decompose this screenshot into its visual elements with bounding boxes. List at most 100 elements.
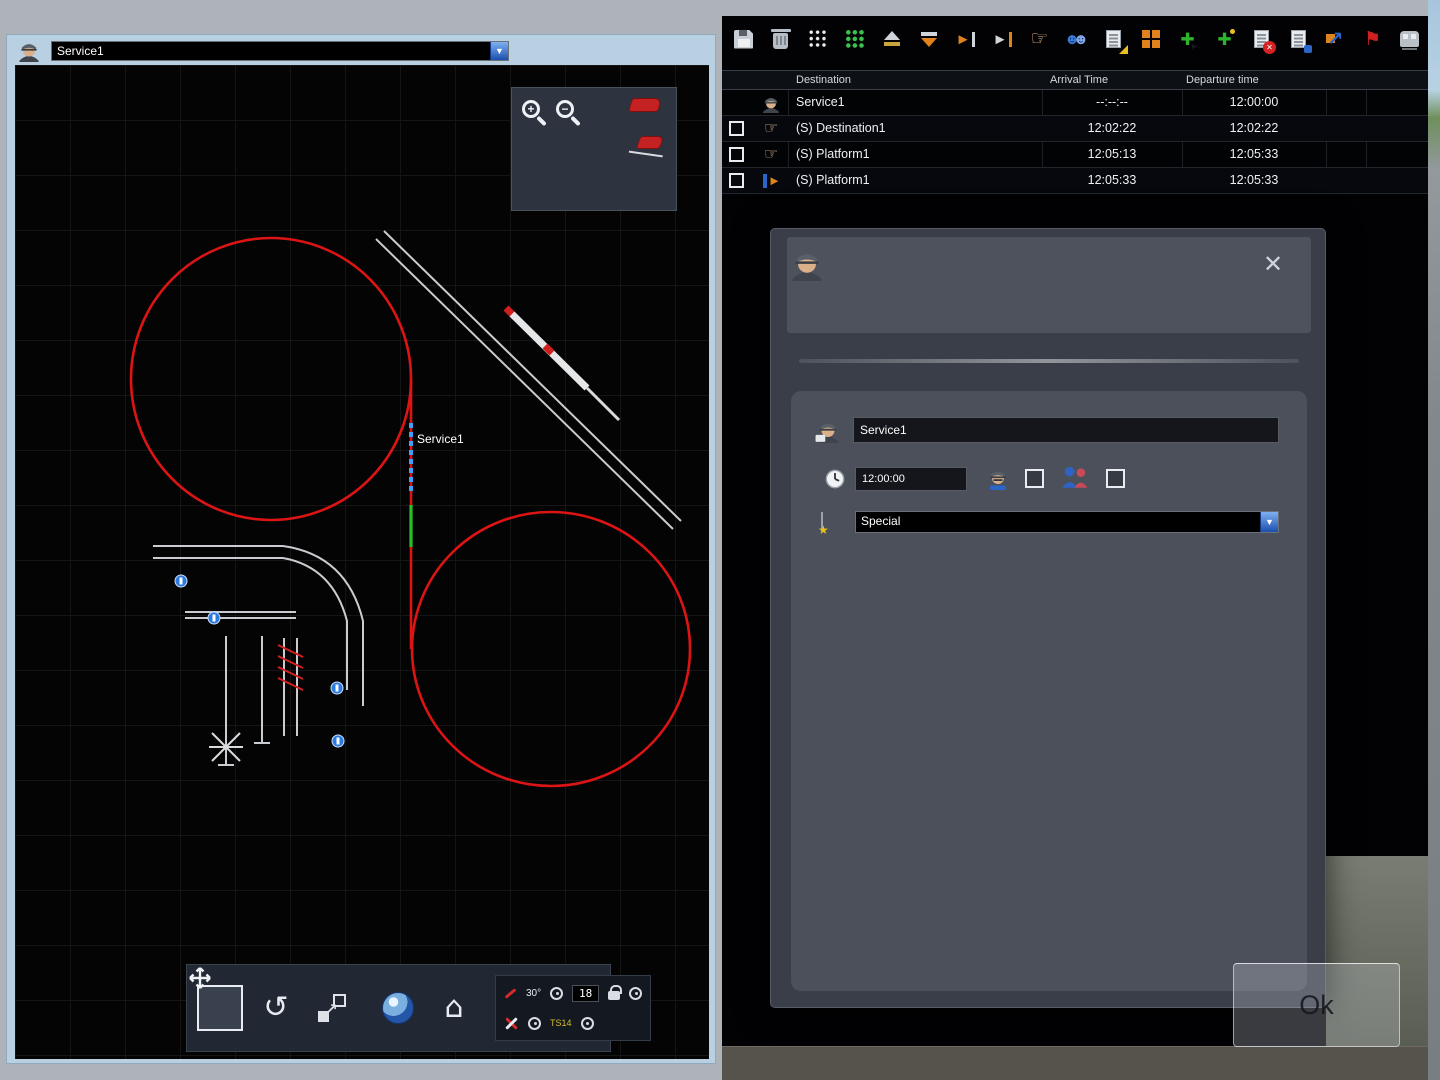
edit-timetable-icon[interactable] xyxy=(1098,24,1129,55)
clock-icon xyxy=(823,467,847,491)
signal-icons[interactable] xyxy=(175,575,344,747)
chevron-down-icon[interactable]: ▼ xyxy=(1260,512,1278,532)
rotation-needle-icon xyxy=(505,988,517,999)
train-consist[interactable] xyxy=(506,308,619,420)
row-checkbox[interactable] xyxy=(729,173,744,188)
service-name-field[interactable]: Service1 xyxy=(853,417,1279,443)
passengers-icon[interactable]: ☻☻ xyxy=(1061,24,1092,55)
col-arrival: Arrival Time xyxy=(1050,74,1108,86)
zoom-in-button[interactable]: + xyxy=(522,100,550,128)
train-icon[interactable] xyxy=(1394,24,1425,55)
service-properties-dialog: ✕ Service1 12:00:00 ★ Special ▼ xyxy=(770,228,1326,1008)
height-radio[interactable] xyxy=(629,987,642,1000)
flag-icon[interactable]: ⚑ xyxy=(1357,24,1388,55)
stop-hand-icon: ☞ xyxy=(760,119,782,139)
driver-icon xyxy=(760,93,782,113)
background-world-edge xyxy=(1428,0,1440,1080)
track-map-canvas[interactable]: Service1 xyxy=(15,65,709,1059)
row-checkbox[interactable] xyxy=(729,147,744,162)
rotate-button[interactable]: ↺ xyxy=(253,985,299,1031)
lock-icon[interactable] xyxy=(608,991,620,1000)
sector-radio[interactable] xyxy=(581,1017,594,1030)
ribbon-tool-icon[interactable] xyxy=(628,98,662,112)
service-dropdown[interactable]: Service1 ▼ xyxy=(51,41,509,61)
service-type-icon: ★ xyxy=(817,509,845,537)
timetable-header: Destination Arrival Time Departure time xyxy=(722,70,1428,90)
compass-radio[interactable] xyxy=(528,1017,541,1030)
grid-large-icon[interactable] xyxy=(839,24,870,55)
home-button[interactable]: ⌂ xyxy=(431,985,477,1031)
ok-button-label: Ok xyxy=(1299,990,1334,1021)
step-to-end-icon[interactable]: ► xyxy=(987,24,1018,55)
detach-icon: ↗ xyxy=(317,993,347,1023)
cell-departure: 12:00:00 xyxy=(1182,95,1326,109)
close-icon: ✕ xyxy=(1263,251,1283,278)
zoom-out-button[interactable]: − xyxy=(556,100,584,128)
compass-icon xyxy=(504,1016,519,1031)
timetable-row[interactable]: ☞ (S) Platform1 12:05:13 12:05:33 xyxy=(722,142,1428,168)
delete-icon[interactable] xyxy=(765,24,796,55)
timetable-row[interactable]: ☞ (S) Destination1 12:02:22 12:02:22 xyxy=(722,116,1428,142)
cell-departure: 12:05:33 xyxy=(1182,173,1326,187)
zoom-out-icon: − xyxy=(556,100,574,118)
cell-destination: (S) Platform1 xyxy=(796,147,870,161)
ok-button[interactable]: Ok xyxy=(1233,963,1400,1047)
add-waypoint-icon[interactable]: ✚► xyxy=(1172,24,1203,55)
detach-view-button[interactable]: ↗ xyxy=(309,985,355,1031)
add-service-icon[interactable]: ✚ xyxy=(1209,24,1240,55)
timetable-row[interactable]: ► (S) Platform1 12:05:33 12:05:33 xyxy=(722,168,1428,194)
stop-hand-icon: ☞ xyxy=(760,145,782,165)
home-icon: ⌂ xyxy=(444,993,463,1023)
driver-icon xyxy=(17,38,41,67)
ribbon-draw-tool-icon[interactable] xyxy=(636,136,665,149)
rotate-icon: ↺ xyxy=(263,993,288,1023)
chevron-down-icon[interactable]: ▼ xyxy=(490,42,508,60)
map-tools-panel: + − xyxy=(511,87,677,211)
service-name-value: Service1 xyxy=(860,423,907,437)
service-settings-icon[interactable] xyxy=(1283,24,1314,55)
service-dropdown-value: Service1 xyxy=(52,42,490,60)
rotation-radio[interactable] xyxy=(550,987,563,1000)
track-map[interactable]: Service1 + − xyxy=(15,65,709,1059)
screen: Service1 ▼ xyxy=(0,0,1440,1080)
route-map-window: Service1 ▼ xyxy=(6,34,716,1064)
timetable-row[interactable]: Service1 --:--:-- 12:00:00 xyxy=(722,90,1428,116)
passengers-icon xyxy=(1059,463,1091,491)
map-hud: 30° 18 TS14 xyxy=(495,975,651,1041)
cell-destination: Service1 xyxy=(796,95,845,109)
eject-icon[interactable] xyxy=(876,24,907,55)
go-via-icon: ► xyxy=(760,171,782,191)
driver-only-checkbox[interactable] xyxy=(1025,469,1044,488)
height-value: 18 xyxy=(572,985,599,1002)
grid-small-icon[interactable] xyxy=(802,24,833,55)
remove-service-icon[interactable]: ✕ xyxy=(1246,24,1277,55)
driver-head-icon xyxy=(985,465,1011,491)
service-selector-row: Service1 ▼ xyxy=(7,35,715,64)
waypoint-grid-icon[interactable] xyxy=(1135,24,1166,55)
insert-below-icon[interactable] xyxy=(913,24,944,55)
service-type-dropdown[interactable]: Special ▼ xyxy=(855,511,1279,533)
save-icon[interactable] xyxy=(728,24,759,55)
row-checkbox[interactable] xyxy=(729,121,744,136)
departure-time-value: 12:00:00 xyxy=(862,473,905,485)
map-bottom-toolbar: ↺ ↗ ⌂ 30° xyxy=(186,964,611,1052)
close-button[interactable]: ✕ xyxy=(1259,251,1287,279)
cell-destination: (S) Platform1 xyxy=(796,173,870,187)
cell-destination: (S) Destination1 xyxy=(796,121,886,135)
col-departure: Departure time xyxy=(1186,74,1259,86)
stop-hand-icon[interactable]: ☞ xyxy=(1024,24,1055,55)
departure-time-field[interactable]: 12:00:00 xyxy=(855,467,967,491)
cell-arrival: 12:05:13 xyxy=(1042,147,1182,161)
globe-icon xyxy=(382,992,414,1024)
world-view-button[interactable] xyxy=(375,985,421,1031)
pan-arrows-icon xyxy=(187,965,213,991)
cell-arrival: --:--:-- xyxy=(1042,95,1182,109)
service-desk-icon xyxy=(813,415,843,445)
pan-mode-button[interactable] xyxy=(197,985,243,1031)
step-forward-icon[interactable]: ► xyxy=(950,24,981,55)
siding-hatch-marks xyxy=(278,645,303,690)
go-to-icon[interactable]: ↗ xyxy=(1320,24,1351,55)
cell-departure: 12:05:33 xyxy=(1182,147,1326,161)
timetable-toolbar: ► ► ☞ ☻☻ ✚► ✚ ✕ ↗ ⚑ xyxy=(726,19,1424,59)
passengers-checkbox[interactable] xyxy=(1106,469,1125,488)
